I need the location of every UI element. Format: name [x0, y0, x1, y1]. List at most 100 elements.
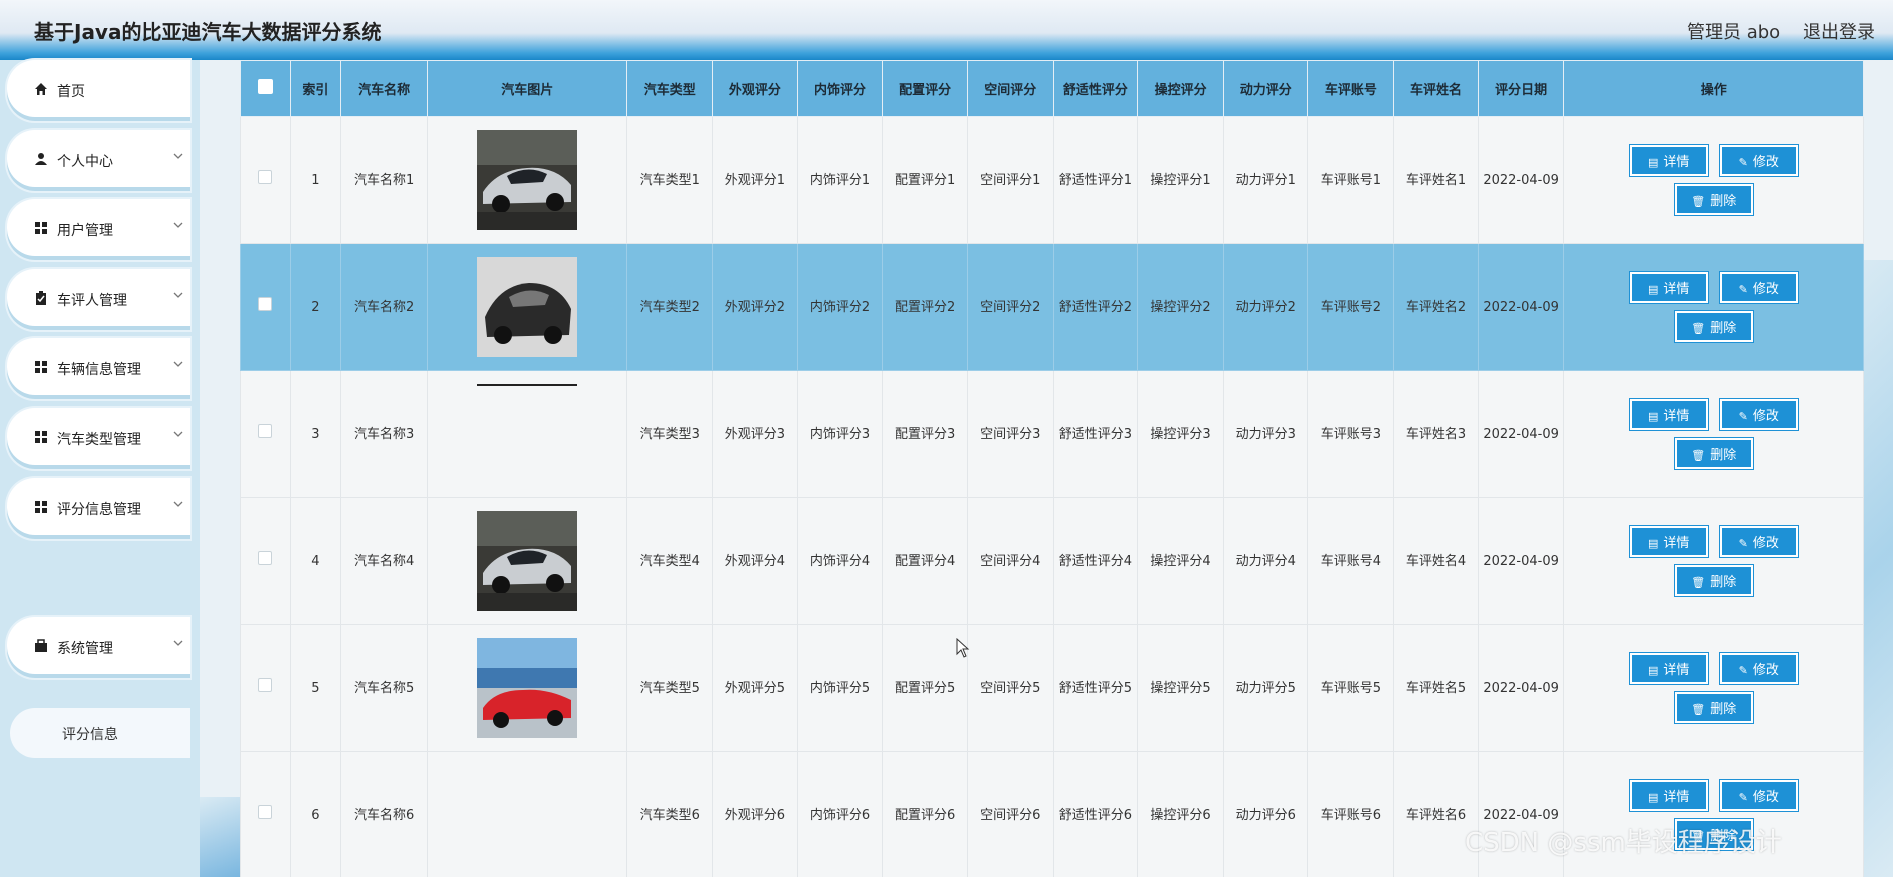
delete-button[interactable]: 🗑 删除: [1674, 438, 1753, 469]
row-checkbox[interactable]: [258, 804, 273, 819]
row-checkbox-cell[interactable]: [240, 370, 291, 498]
sidebar-item[interactable]: 车评人管理: [7, 269, 190, 330]
row-checkbox-cell[interactable]: [240, 116, 291, 244]
sidebar-item[interactable]: 评分信息管理: [7, 478, 190, 539]
user-icon: [33, 152, 49, 168]
sidebar-item[interactable]: 用户管理: [7, 199, 190, 260]
logout-link[interactable]: 退出登录: [1803, 18, 1875, 44]
cell-interior: 内饰评分5: [796, 624, 884, 752]
home-icon: [33, 82, 49, 98]
car-image[interactable]: [477, 257, 578, 357]
cell-interior: 内饰评分4: [796, 497, 884, 625]
row-checkbox[interactable]: [258, 296, 273, 311]
table-row[interactable]: 2 汽车名称2 汽车类型2 外观评分2 内饰评分2 配置评分2 空间评分2 舒适性评分2 操控评…: [240, 243, 1864, 371]
cell-type: 汽车类型4: [626, 497, 714, 625]
table-row[interactable]: 3 汽车名称3 汽车类型3 外观评分3 内饰评分3 配置评分3 空间评分3 舒适性评分3 操控评…: [240, 370, 1864, 498]
car-image-cell: [427, 624, 628, 752]
edit-button[interactable]: ✎ 修改: [1719, 780, 1798, 811]
row-checkbox[interactable]: [258, 169, 273, 184]
cell-power: 动力评分6: [1222, 751, 1309, 877]
sidebar-item[interactable]: 个人中心: [7, 130, 190, 191]
row-checkbox-cell[interactable]: [240, 751, 291, 877]
cell-config: 配置评分4: [882, 497, 968, 625]
detail-button[interactable]: ▤ 详情: [1629, 780, 1708, 811]
select-all-checkbox-cell[interactable]: [240, 60, 291, 117]
cell-handling: 操控评分5: [1137, 624, 1224, 752]
column-header: 操控评分: [1137, 60, 1224, 117]
sidebar-item-label: 系统管理: [57, 641, 113, 657]
delete-button[interactable]: 🗑 删除: [1674, 184, 1753, 215]
detail-button[interactable]: ▤ 详情: [1629, 653, 1708, 684]
sidebar-item[interactable]: 车辆信息管理: [7, 338, 190, 399]
detail-button[interactable]: ▤ 详情: [1629, 145, 1708, 176]
cell-type: 汽车类型3: [626, 370, 714, 498]
cell-reviewer: 车评姓名5: [1393, 624, 1479, 752]
column-header: 内饰评分: [796, 60, 884, 117]
cell-power: 动力评分3: [1222, 370, 1309, 498]
edit-button[interactable]: ✎ 修改: [1719, 653, 1798, 684]
table-row[interactable]: 1 汽车名称1 汽车类型1 外观评分1 内饰评分1 配置评分1 空间评分1 舒适性评分1 操控评…: [240, 116, 1864, 244]
rating-table: 索引 汽车名称 汽车图片 汽车类型 外观评分 内饰评分 配置评分 空间评分 舒适性评分 操控评分动…: [240, 60, 1864, 877]
trash-icon: 🗑: [1691, 449, 1706, 462]
edit-button[interactable]: ✎ 修改: [1719, 272, 1798, 303]
edit-button[interactable]: ✎ 修改: [1719, 399, 1798, 430]
car-image-cell: [427, 116, 628, 244]
cell-type: 汽车类型1: [626, 116, 714, 244]
car-image[interactable]: [477, 638, 578, 738]
row-index: 3: [289, 370, 342, 498]
cell-account: 车评账号6: [1307, 751, 1395, 877]
cell-power: 动力评分5: [1222, 624, 1309, 752]
row-checkbox-cell[interactable]: [240, 243, 291, 371]
cell-comfort: 舒适性评分5: [1052, 624, 1139, 752]
edit-button[interactable]: ✎ 修改: [1719, 526, 1798, 557]
row-checkbox[interactable]: [258, 677, 273, 692]
delete-button[interactable]: 🗑 删除: [1674, 692, 1753, 723]
edit-icon: ✎: [1738, 791, 1748, 804]
cell-exterior: 外观评分6: [712, 751, 798, 877]
cell-space: 空间评分2: [966, 243, 1054, 371]
cell-power: 动力评分4: [1222, 497, 1309, 625]
cell-interior: 内饰评分3: [796, 370, 884, 498]
grid-icon: [33, 430, 49, 446]
delete-button[interactable]: 🗑 删除: [1674, 565, 1753, 596]
cell-date: 2022-04-09: [1477, 116, 1565, 244]
row-checkbox[interactable]: [258, 423, 273, 438]
row-index: 1: [289, 116, 342, 244]
table-row[interactable]: 4 汽车名称4 汽车类型4 外观评分4 内饰评分4 配置评分4 空间评分4 舒适性评分4 操控评…: [240, 497, 1864, 625]
row-checkbox-cell[interactable]: [240, 624, 291, 752]
sidebar-item[interactable]: 首页: [7, 60, 190, 121]
chevron-down-icon: [173, 150, 183, 164]
table-row[interactable]: 5 汽车名称5 汽车类型5 外观评分5 内饰评分5 配置评分5 空间评分5 舒适性评分5 操控评…: [240, 624, 1864, 752]
cell-space: 空间评分3: [966, 370, 1054, 498]
mouse-cursor-icon: [956, 638, 970, 658]
sidebar-subitem-label: 评分信息: [62, 727, 118, 743]
row-checkbox-cell[interactable]: [240, 497, 291, 625]
cell-space: 空间评分5: [966, 624, 1054, 752]
cell-date: 2022-04-09: [1477, 370, 1565, 498]
detail-button[interactable]: ▤ 详情: [1629, 272, 1708, 303]
document-icon: ▤: [1648, 664, 1659, 677]
row-index: 2: [289, 243, 342, 371]
car-image[interactable]: [477, 511, 578, 611]
detail-button[interactable]: ▤ 详情: [1629, 526, 1708, 557]
select-all-checkbox[interactable]: [257, 79, 273, 94]
cell-handling: 操控评分1: [1137, 116, 1224, 244]
sidebar-item[interactable]: 系统管理: [7, 617, 190, 678]
sidebar-item[interactable]: 汽车类型管理: [7, 408, 190, 469]
edit-button[interactable]: ✎ 修改: [1719, 145, 1798, 176]
edit-icon: ✎: [1738, 156, 1748, 169]
column-header: 车评账号: [1307, 60, 1395, 117]
sidebar-item-label: 车评人管理: [57, 293, 127, 309]
column-header: 空间评分: [966, 60, 1054, 117]
car-name: 汽车名称1: [340, 116, 429, 244]
detail-button[interactable]: ▤ 详情: [1629, 399, 1708, 430]
row-checkbox[interactable]: [258, 550, 273, 565]
cell-date: 2022-04-09: [1477, 497, 1565, 625]
cell-type: 汽车类型5: [626, 624, 714, 752]
car-image[interactable]: [477, 130, 578, 230]
sidebar-subitem-rating-info[interactable]: 评分信息: [10, 708, 190, 758]
cell-interior: 内饰评分1: [796, 116, 884, 244]
car-name: 汽车名称5: [340, 624, 429, 752]
cell-config: 配置评分6: [882, 751, 968, 877]
delete-button[interactable]: 🗑 删除: [1674, 311, 1753, 342]
